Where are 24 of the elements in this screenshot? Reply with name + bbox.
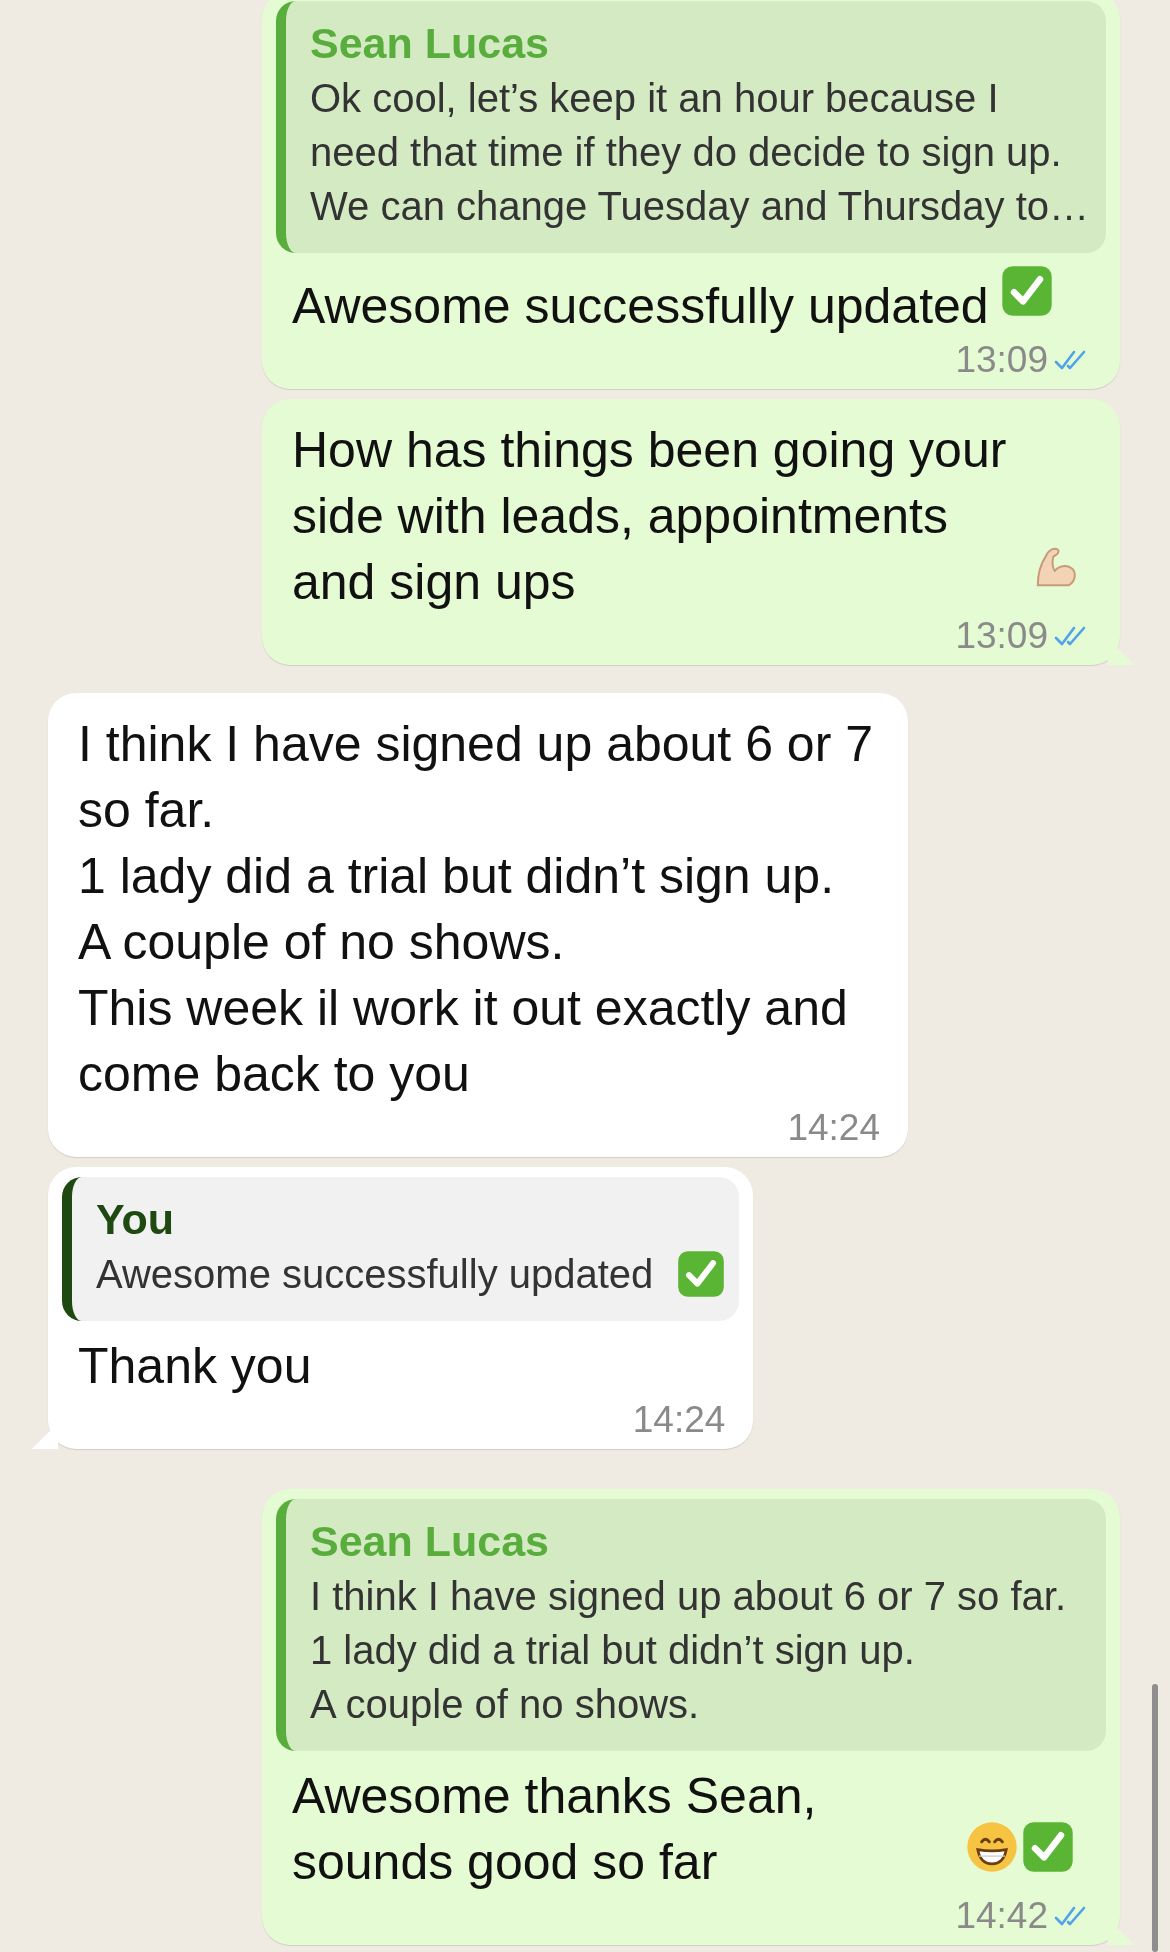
check-mark-icon — [1022, 1821, 1074, 1873]
quote-author: Sean Lucas — [310, 1516, 550, 1567]
message-text: Awesome thanks Sean, sounds good so far — [292, 1767, 818, 1892]
quote-text: Awesome successfully updated — [96, 1251, 654, 1298]
quoted-message[interactable]: Sean Lucas Ok cool, let’s keep it an hour because I need that time if they do decide to sign up. We can change Tuesday and Thursday to… — [276, 1, 1106, 253]
message-text: I think I have signed up about 6 or 7 so far. 1 lady did a trial but didn’t sign up. A couple of no shows. This week il work it out exactly and come back to you — [78, 715, 874, 1104]
timestamp: 13:09 — [955, 339, 1048, 381]
timestamp: 13:09 — [955, 615, 1048, 657]
quote-author: You — [96, 1194, 176, 1245]
grinning-emoji-icon — [966, 1821, 1018, 1873]
timestamp: 14:24 — [787, 1107, 880, 1149]
timestamp: 14:42 — [955, 1895, 1048, 1937]
quote-author: Sean Lucas — [310, 18, 550, 69]
quoted-message[interactable]: You Awesome successfully updated — [62, 1177, 740, 1321]
message-text: Thank you — [78, 1337, 312, 1396]
scroll-bar[interactable] — [1152, 1684, 1158, 1952]
check-mark-icon — [1000, 265, 1053, 317]
timestamp: 14:24 — [632, 1399, 726, 1441]
quote-text: I think I have signed up about 6 or 7 so far. 1 lady did a trial but didn’t sign up. A couple of no shows. — [310, 1573, 1067, 1728]
check-mark-icon — [677, 1250, 726, 1298]
message-text: How has things been going your side with leads, appointments and sign ups — [292, 421, 1008, 612]
message-text: Awesome successfully updated — [292, 277, 989, 336]
quote-text: Ok cool, let’s keep it an hour because I need that time if they do decide to sign up. We can change Tuesday and Thursday to… — [310, 75, 1089, 230]
quoted-message[interactable]: Sean Lucas I think I have signed up about 6 or 7 so far. 1 lady did a trial but didn’t sign up. A couple of no shows. — [276, 1499, 1106, 1751]
